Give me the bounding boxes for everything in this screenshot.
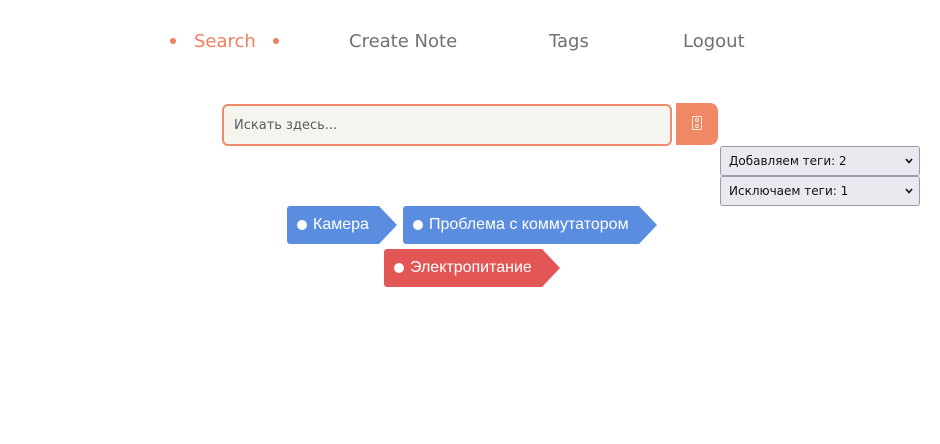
nav-search[interactable]: Search: [194, 30, 256, 54]
search-icon: [692, 116, 702, 130]
nav-logout[interactable]: Logout: [683, 30, 745, 54]
tag-included[interactable]: Камера: [287, 206, 397, 244]
search-input[interactable]: [222, 104, 672, 146]
include-tags-select[interactable]: Добавляем теги: 2: [720, 146, 920, 176]
chevron-down-icon: [905, 188, 913, 194]
tag-label: Электропитание: [410, 259, 532, 276]
chevron-down-icon: [905, 158, 913, 164]
exclude-tags-select-value: Исключаем теги: 1: [729, 184, 849, 198]
tag-excluded[interactable]: Электропитание: [384, 249, 560, 287]
nav-create-note[interactable]: Create Note: [349, 30, 457, 54]
tag-included[interactable]: Проблема с коммутатором: [403, 206, 657, 244]
active-nav-dot-left: [170, 38, 176, 44]
include-tags-select-value: Добавляем теги: 2: [729, 154, 847, 168]
tag-dot-icon: [297, 220, 307, 230]
tag-dot-icon: [413, 220, 423, 230]
exclude-tags-select[interactable]: Исключаем теги: 1: [720, 176, 920, 206]
tag-dot-icon: [394, 263, 404, 273]
nav-tags[interactable]: Tags: [549, 30, 589, 54]
search-button[interactable]: [676, 103, 718, 145]
search-page: Search Create Note Tags Logout Добавляем…: [0, 0, 940, 444]
tag-label: Камера: [313, 216, 369, 233]
active-nav-dot-right: [273, 38, 279, 44]
tag-label: Проблема с коммутатором: [429, 216, 629, 233]
